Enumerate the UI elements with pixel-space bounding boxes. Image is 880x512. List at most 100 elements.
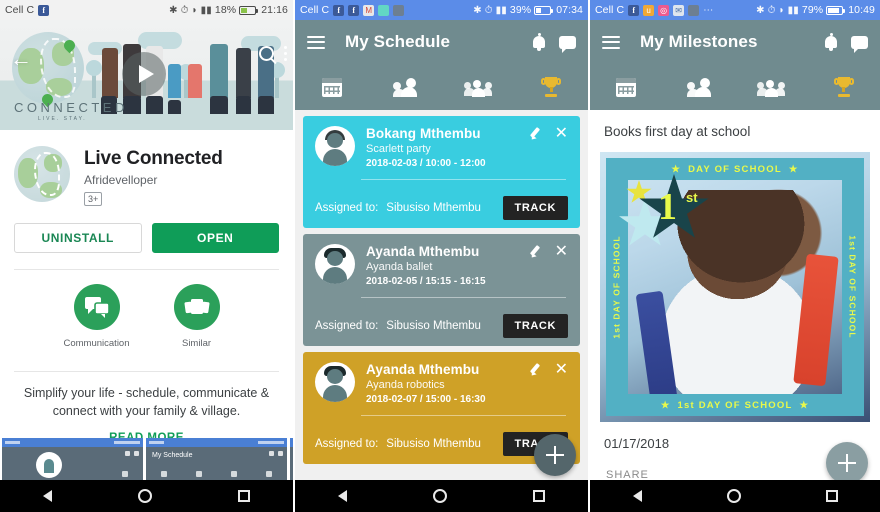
card-event-name: Ayanda robotics	[366, 379, 445, 391]
screenshot-strip[interactable]: My Schedule Add Event Enter Title	[0, 438, 293, 480]
panel-play-store: Cell C f ✱ ⏱ ◗ ▮▮ 18% 21:16 ← CONNECTED …	[0, 0, 293, 512]
home-nav-icon[interactable]	[726, 489, 741, 503]
star-glyph: ★	[799, 399, 810, 411]
screenshot-thumb[interactable]: My Schedule	[146, 438, 287, 480]
status-bar-right: ✱ ⏱ ◗ ▮▮ 18% 21:16	[169, 4, 288, 16]
milestone-card[interactable]: Books first day at school ★ DAY OF SCHOO…	[590, 110, 880, 480]
notification-bell-icon[interactable]	[825, 33, 837, 51]
close-icon[interactable]: ✕	[555, 362, 568, 378]
avatar	[315, 362, 355, 402]
tab-calendar[interactable]	[295, 77, 368, 97]
search-icon[interactable]	[259, 46, 274, 61]
overflow-menu-icon[interactable]	[284, 46, 287, 64]
chat-icon[interactable]	[851, 35, 868, 53]
facebook-icon: f	[348, 4, 360, 16]
group-icon	[464, 78, 493, 97]
star-glyph: ★	[660, 399, 671, 411]
bluetooth-icon: ✱	[169, 4, 178, 16]
wifi-icon: ◗	[191, 4, 198, 16]
hamburger-menu-icon[interactable]	[307, 35, 325, 49]
status-bar-left: Cell C f u ◎ ✉ ⋯	[595, 4, 756, 16]
card-event-name: Ayanda ballet	[366, 261, 433, 273]
back-nav-icon[interactable]	[632, 490, 642, 502]
tab-village[interactable]	[735, 78, 808, 97]
facebook-icon: f	[628, 4, 640, 16]
pencil-icon[interactable]	[530, 127, 543, 140]
battery-percent: 79%	[801, 4, 824, 16]
card-header: Ayanda Mthembu Ayanda ballet 2018-02-05 …	[315, 244, 568, 287]
gmail-icon: M	[363, 4, 375, 16]
track-button[interactable]: TRACK	[502, 196, 568, 220]
schedule-card[interactable]: Bokang Mthembu Scarlett party 2018-02-03…	[303, 116, 580, 228]
schedule-card[interactable]: Ayanda Mthembu Ayanda ballet 2018-02-05 …	[303, 234, 580, 346]
screenshot-thumb[interactable]	[2, 438, 143, 480]
tab-profile[interactable]	[663, 77, 736, 97]
home-nav-icon[interactable]	[433, 489, 447, 503]
card-rule	[361, 415, 566, 416]
tab-bar-panel2	[295, 64, 588, 110]
recents-nav-icon[interactable]	[533, 490, 545, 502]
uninstall-button[interactable]: UNINSTALL	[14, 223, 142, 253]
card-info: Bokang Mthembu Scarlett party 2018-02-03…	[366, 126, 519, 169]
add-icon[interactable]	[826, 442, 868, 484]
back-arrow-icon[interactable]: ←	[10, 48, 32, 70]
assigned-label: Assigned to:	[315, 438, 379, 450]
add-icon[interactable]	[534, 434, 576, 476]
category-communication[interactable]: Communication	[62, 284, 132, 349]
app-hero-banner[interactable]: ← CONNECTED LIVE. STAY.	[0, 20, 293, 130]
close-icon[interactable]: ✕	[555, 244, 568, 260]
pencil-icon[interactable]	[530, 363, 543, 376]
alarm-icon: ⏱	[767, 4, 776, 16]
battery-percent: 39%	[509, 4, 532, 16]
screenshot-thumb-title: My Schedule	[152, 452, 193, 459]
chat-bubbles-icon	[73, 284, 120, 330]
page-title: My Milestones	[640, 32, 758, 51]
tab-profile[interactable]	[368, 77, 441, 97]
android-nav-bar-panel3	[590, 480, 880, 512]
card-actions: ✕	[530, 362, 568, 378]
category-similar[interactable]: Similar	[162, 284, 232, 349]
group-icon	[757, 78, 786, 97]
alarm-icon: ⏱	[484, 4, 493, 16]
status-bar-panel1: Cell C f ✱ ⏱ ◗ ▮▮ 18% 21:16	[0, 0, 293, 20]
trophy-icon	[833, 77, 854, 97]
recents-nav-icon[interactable]	[825, 490, 838, 502]
open-button[interactable]: OPEN	[151, 223, 279, 253]
app-bar-top: My Milestones	[590, 20, 880, 64]
calendar-icon	[616, 77, 637, 97]
play-button-icon[interactable]	[122, 52, 166, 96]
category-label: Communication	[63, 338, 130, 349]
chat-icon[interactable]	[559, 35, 576, 53]
android-nav-bar-panel1	[0, 480, 293, 512]
person-icon	[392, 77, 417, 97]
back-nav-icon[interactable]	[43, 490, 52, 502]
clock: 21:16	[261, 4, 288, 16]
schedule-list[interactable]: Bokang Mthembu Scarlett party 2018-02-03…	[295, 110, 588, 480]
tab-milestones[interactable]	[515, 77, 588, 97]
card-footer: Assigned to: Sibusiso Mthembu TRACK	[315, 196, 568, 220]
recents-nav-icon[interactable]	[238, 490, 250, 502]
hamburger-menu-icon[interactable]	[602, 35, 620, 49]
panel-my-milestones: Cell C f u ◎ ✉ ⋯ ✱ ⏱ ◗ ▮▮ 79% 10:49 My M…	[590, 0, 880, 512]
assigned-person: Sibusiso Mthembu	[386, 202, 481, 214]
age-rating-badge: 3+	[84, 192, 103, 206]
app-developer[interactable]: Afridevelloper	[84, 173, 223, 187]
tab-milestones[interactable]	[808, 77, 880, 97]
status-bar-panel3: Cell C f u ◎ ✉ ⋯ ✱ ⏱ ◗ ▮▮ 79% 10:49	[590, 0, 880, 20]
milestone-list[interactable]: Books first day at school ★ DAY OF SCHOO…	[590, 110, 880, 480]
notification-bell-icon[interactable]	[533, 33, 545, 51]
frame-right-banner: 1st DAY OF SCHOOL	[842, 158, 864, 416]
card-rule	[361, 297, 566, 298]
mint-app-icon	[378, 4, 390, 16]
tab-bar-panel3	[590, 64, 880, 110]
track-button[interactable]: TRACK	[502, 314, 568, 338]
close-icon[interactable]: ✕	[555, 126, 568, 142]
pencil-icon[interactable]	[530, 245, 543, 258]
screenshot-thumb[interactable]: Add Event Enter Title	[290, 438, 293, 480]
tab-village[interactable]	[442, 78, 515, 97]
tab-calendar[interactable]	[590, 77, 663, 97]
back-nav-icon[interactable]	[338, 490, 347, 502]
milestone-photo[interactable]: ★ DAY OF SCHOOL ★ ★ 1st DAY OF SCHOOL ★ …	[600, 152, 870, 422]
home-nav-icon[interactable]	[138, 489, 152, 503]
card-person-name: Ayanda Mthembu	[366, 244, 480, 259]
